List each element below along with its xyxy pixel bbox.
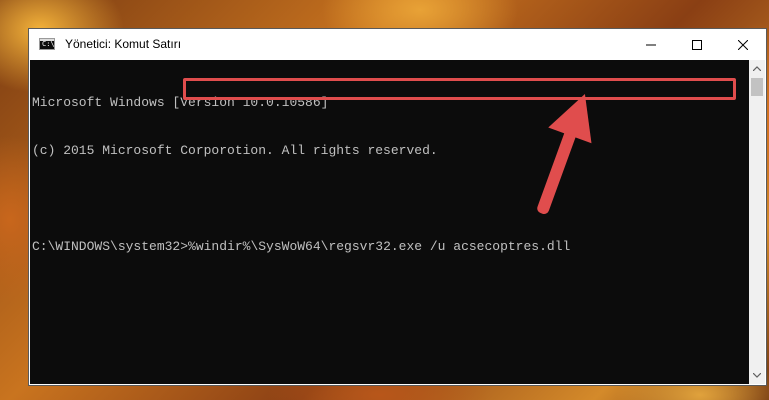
close-icon — [738, 39, 748, 50]
vertical-scrollbar[interactable] — [749, 60, 765, 384]
maximize-icon — [692, 39, 702, 50]
command-line[interactable]: C:\WINDOWS\system32>%windir%\SysWoW64\re… — [32, 239, 749, 255]
window-title: Yönetici: Komut Satırı — [65, 37, 182, 51]
red-arrow-icon — [537, 94, 592, 215]
console-prompt: C:\WINDOWS\system32> — [32, 239, 189, 254]
chevron-down-icon — [753, 373, 761, 378]
console-command[interactable]: %windir%\SysWoW64\regsvr32.exe /u acseco… — [188, 239, 570, 254]
command-highlight-box — [183, 78, 736, 100]
maximize-button[interactable] — [674, 29, 720, 60]
close-button[interactable] — [720, 29, 766, 60]
command-prompt-icon[interactable]: C:\ — [39, 38, 55, 50]
command-prompt-window: C:\ Yönetici: Komut Satırı Microsoft Win… — [28, 28, 767, 386]
console-line-copyright: (c) 2015 Microsoft Corporotion. All righ… — [32, 143, 438, 158]
console-output[interactable]: Microsoft Windows [Version 10.0.10586] (… — [30, 60, 749, 384]
title-bar[interactable]: C:\ Yönetici: Komut Satırı — [29, 29, 766, 60]
scrollbar-thumb[interactable] — [751, 78, 763, 96]
scroll-down-button[interactable] — [749, 367, 765, 384]
icon-glyph: C:\ — [42, 40, 55, 48]
minimize-button[interactable] — [628, 29, 674, 60]
chevron-up-icon — [753, 66, 761, 71]
scroll-up-button[interactable] — [749, 60, 765, 77]
minimize-icon — [646, 44, 656, 45]
